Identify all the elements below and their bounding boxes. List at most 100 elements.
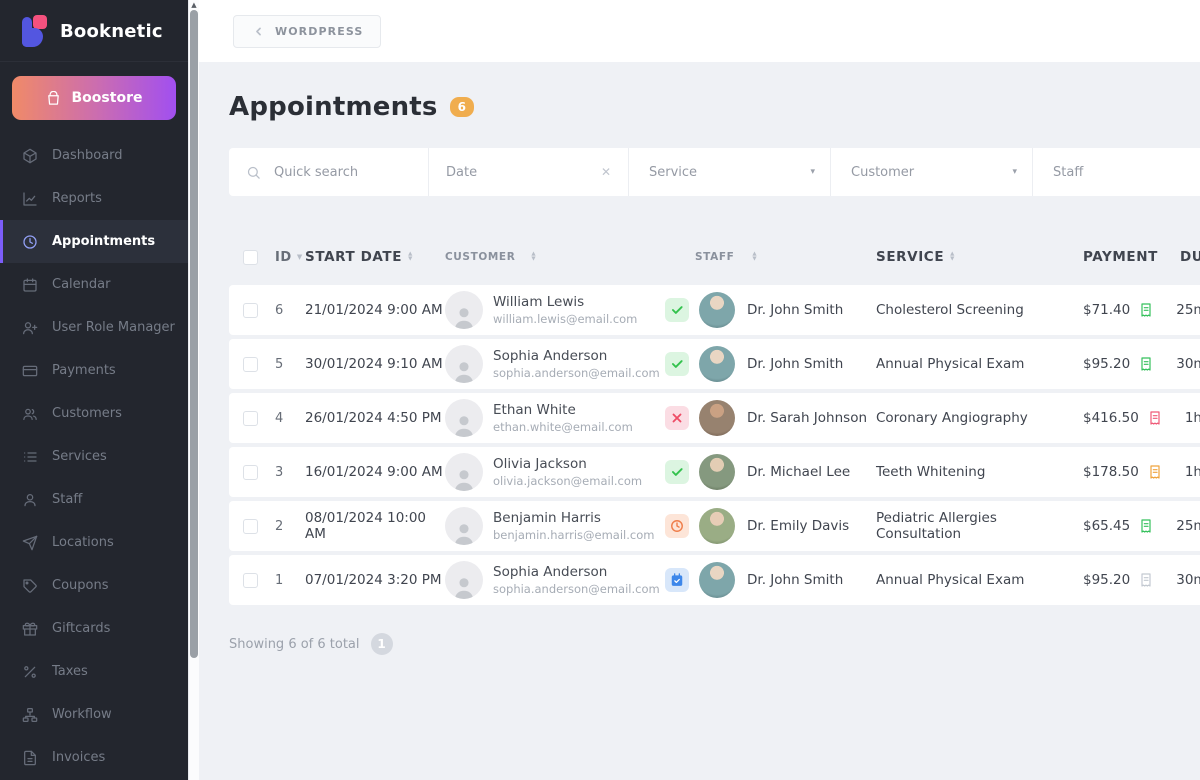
sort-icon[interactable]: ▲ ▼: [531, 251, 536, 262]
sidebar-item-customers[interactable]: Customers: [0, 392, 188, 435]
sidebar-item-label: Dashboard: [52, 148, 123, 163]
status-cancelled-icon: [665, 406, 689, 430]
chart-icon: [22, 191, 38, 207]
sidebar: Booknetic Boostore Dashboard Reports App…: [0, 0, 188, 780]
sort-icon[interactable]: ▲ ▼: [950, 251, 955, 262]
boostore-button[interactable]: Boostore: [12, 76, 176, 120]
sidebar-item-label: Giftcards: [52, 621, 111, 636]
quick-search-input[interactable]: Quick search: [229, 148, 429, 196]
service-filter[interactable]: Service ▾: [629, 148, 831, 196]
sidebar-item-label: Invoices: [52, 750, 106, 765]
customer-filter[interactable]: Customer ▾: [831, 148, 1033, 196]
col-header-id[interactable]: ID ▼: [271, 250, 305, 265]
col-header-customer[interactable]: CUSTOMER ▲ ▼: [445, 251, 665, 263]
appointments-page: Appointments 6 Quick search Date ✕ Servi…: [199, 62, 1200, 780]
appointment-row[interactable]: 5 30/01/2024 9:10 AM Sophia Anderson sop…: [229, 339, 1200, 389]
sort-desc-icon[interactable]: ▼: [297, 253, 303, 261]
sidebar-item-user-role-manager[interactable]: User Role Manager: [0, 306, 188, 349]
select-all-checkbox[interactable]: [243, 249, 258, 265]
sidebar-item-dashboard[interactable]: Dashboard: [0, 134, 188, 177]
sidebar-item-reports[interactable]: Reports: [0, 177, 188, 220]
sidebar-item-locations[interactable]: Locations: [0, 521, 188, 564]
receipt-icon[interactable]: [1138, 356, 1154, 372]
boostore-label: Boostore: [71, 90, 143, 106]
sidebar-nav: Dashboard Reports Appointments Calendar …: [0, 132, 188, 779]
row-checkbox[interactable]: [243, 464, 258, 480]
payment-amount: $178.50: [1083, 464, 1139, 480]
sidebar-item-giftcards[interactable]: Giftcards: [0, 607, 188, 650]
staff-filter[interactable]: Staff: [1033, 148, 1200, 196]
col-header-duration: DURATION: [1179, 249, 1200, 265]
app-window: Booknetic Boostore Dashboard Reports App…: [0, 0, 1200, 780]
col-header-staff[interactable]: STAFF ▲ ▼: [665, 251, 876, 263]
appointment-row[interactable]: 3 16/01/2024 9:00 AM Olivia Jackson oliv…: [229, 447, 1200, 497]
table-body: 6 21/01/2024 9:00 AM William Lewis willi…: [229, 285, 1200, 605]
clear-x-icon[interactable]: ✕: [601, 166, 611, 178]
sidebar-item-staff[interactable]: Staff: [0, 478, 188, 521]
customer-avatar: [445, 345, 483, 383]
receipt-icon[interactable]: [1147, 464, 1163, 480]
table-header-row: ID ▼ START DATE ▲ ▼ CUSTOMER ▲ ▼ STAFF ▲ ▼: [229, 242, 1200, 272]
sidebar-item-coupons[interactable]: Coupons: [0, 564, 188, 607]
appointment-row[interactable]: 6 21/01/2024 9:00 AM William Lewis willi…: [229, 285, 1200, 335]
sort-icon[interactable]: ▲ ▼: [752, 251, 757, 262]
payment-amount: $71.40: [1083, 302, 1131, 318]
receipt-icon[interactable]: [1138, 572, 1154, 588]
customer-name: Benjamin Harris: [493, 510, 601, 526]
receipt-icon[interactable]: [1138, 302, 1154, 318]
sidebar-item-label: Coupons: [52, 578, 109, 593]
pagination-page-button[interactable]: 1: [370, 633, 393, 655]
sidebar-item-appointments[interactable]: Appointments: [0, 220, 188, 263]
date-filter-label: Date: [446, 164, 478, 180]
appointment-row[interactable]: 1 07/01/2024 3:20 PM Sophia Anderson sop…: [229, 555, 1200, 605]
gift-icon: [22, 621, 38, 637]
appointment-row[interactable]: 2 08/01/2024 10:00 AM Benjamin Harris be…: [229, 501, 1200, 551]
table-footer: Showing 6 of 6 total 1: [229, 633, 1200, 655]
row-checkbox[interactable]: [243, 410, 258, 426]
duration: 1h: [1184, 410, 1200, 426]
appointment-start-date: 08/01/2024 10:00 AM: [305, 510, 427, 542]
appointment-id: 4: [275, 410, 284, 426]
customer-avatar: [445, 507, 483, 545]
sort-icon[interactable]: ▲ ▼: [408, 251, 413, 262]
sidebar-item-label: Customers: [52, 406, 122, 421]
sidebar-item-taxes[interactable]: Taxes: [0, 650, 188, 693]
col-header-start-date[interactable]: START DATE ▲ ▼: [305, 249, 445, 265]
cube-icon: [22, 148, 38, 164]
sidebar-item-calendar[interactable]: Calendar: [0, 263, 188, 306]
row-checkbox[interactable]: [243, 302, 258, 318]
sidebar-item-services[interactable]: Services: [0, 435, 188, 478]
sidebar-item-label: Reports: [52, 191, 102, 206]
page-title: Appointments: [229, 92, 438, 122]
row-checkbox[interactable]: [243, 572, 258, 588]
date-filter[interactable]: Date ✕: [429, 148, 629, 196]
receipt-icon[interactable]: [1147, 410, 1163, 426]
sidebar-item-label: Calendar: [52, 277, 111, 292]
col-header-service[interactable]: SERVICE ▲ ▼: [876, 249, 1083, 265]
filter-bar: Quick search Date ✕ Service ▾ Customer ▾…: [229, 148, 1200, 196]
tag-icon: [22, 578, 38, 594]
appointment-start-date: 16/01/2024 9:00 AM: [305, 464, 443, 480]
row-checkbox[interactable]: [243, 518, 258, 534]
user-plus-icon: [22, 320, 38, 336]
brand[interactable]: Booknetic: [0, 0, 188, 61]
sidebar-item-workflow[interactable]: Workflow: [0, 693, 188, 736]
scroll-up-arrow-icon[interactable]: ▲: [189, 0, 199, 10]
receipt-icon[interactable]: [1138, 518, 1154, 534]
sidebar-item-payments[interactable]: Payments: [0, 349, 188, 392]
appointment-start-date: 21/01/2024 9:00 AM: [305, 302, 443, 318]
appointment-id: 2: [275, 518, 284, 534]
percent-icon: [22, 664, 38, 680]
customer-email: benjamin.harris@email.com: [493, 528, 655, 542]
sidebar-scrollbar[interactable]: ▲: [188, 0, 199, 780]
scrollbar-thumb[interactable]: [190, 10, 198, 658]
sidebar-item-label: Taxes: [52, 664, 88, 679]
sidebar-item-label: Appointments: [52, 234, 156, 249]
duration: 25m: [1176, 302, 1200, 318]
wordpress-back-button[interactable]: WORDPRESS: [233, 14, 382, 48]
customer-avatar: [445, 453, 483, 491]
row-checkbox[interactable]: [243, 356, 258, 372]
service-name: Coronary Angiography: [876, 410, 1028, 426]
appointment-row[interactable]: 4 26/01/2024 4:50 PM Ethan White ethan.w…: [229, 393, 1200, 443]
sidebar-item-invoices[interactable]: Invoices: [0, 736, 188, 779]
